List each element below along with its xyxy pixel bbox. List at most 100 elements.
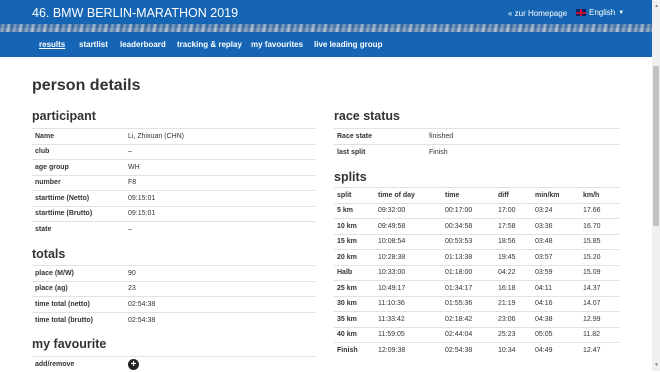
splits-cell: 25 km: [334, 281, 375, 297]
splits-cell: 09:32:00: [375, 203, 442, 219]
nav-tracking-replay[interactable]: tracking & replay: [177, 40, 242, 49]
splits-cell: 25:23: [495, 327, 532, 343]
race-status-row: last splitFinish: [334, 144, 620, 160]
splits-cell: 02:18:42: [442, 312, 495, 328]
splits-cell: 10:34: [495, 343, 532, 359]
favourite-title: my favourite: [32, 337, 106, 351]
header-bar: 46. BMW BERLIN-MARATHON 2019 « zur Homep…: [0, 0, 652, 28]
participant-row: NameLi, Zhixuan (CHN): [32, 129, 316, 145]
splits-cell: 23:06: [495, 312, 532, 328]
participant-label: age group: [32, 160, 125, 176]
splits-cell: 14.07: [580, 296, 620, 312]
favourite-label: add/remove: [32, 357, 125, 372]
totals-row: place (ag)23: [32, 281, 316, 297]
splits-cell: 10:08:54: [375, 234, 442, 250]
splits-row: Halb10:33:0001:18:0004:2203:5915.09: [334, 265, 620, 281]
splits-cell: 14.37: [580, 281, 620, 297]
splits-cell: 04:38: [532, 312, 580, 328]
totals-value: 02:54:38: [125, 297, 316, 313]
participant-title: participant: [32, 109, 96, 123]
splits-row: 20 km10:28:3801:13:3819:4503:5715.20: [334, 250, 620, 266]
splits-cell: 03:48: [532, 234, 580, 250]
race-status-table: Race statefinishedlast splitFinish: [334, 128, 620, 160]
participant-row: club–: [32, 144, 316, 160]
participant-label: state: [32, 222, 125, 238]
splits-column-header: time of day: [375, 188, 442, 204]
splits-cell: 11:10:36: [375, 296, 442, 312]
splits-row: 25 km10:49:1701:34:1716:1804:1114.37: [334, 281, 620, 297]
splits-cell: Halb: [334, 265, 375, 281]
scroll-down-icon[interactable]: ▼: [654, 362, 659, 368]
caret-down-icon: ▼: [618, 10, 624, 16]
race-status-label: Race state: [334, 129, 426, 145]
splits-cell: Finish: [334, 343, 375, 359]
splits-cell: 03:36: [532, 219, 580, 235]
splits-cell: 15.85: [580, 234, 620, 250]
splits-cell: 04:49: [532, 343, 580, 359]
participant-value: 09:15:01: [125, 191, 316, 207]
race-status-label: last split: [334, 144, 426, 160]
splits-cell: 00:53:53: [442, 234, 495, 250]
scrollbar-thumb[interactable]: [653, 66, 659, 226]
splits-cell: 02:54:38: [442, 343, 495, 359]
favourite-table: add/remove +: [32, 356, 316, 372]
race-status-value: finished: [426, 129, 620, 145]
totals-row: time total (netto)02:54:38: [32, 297, 316, 313]
nav-my-favourites[interactable]: my favourites: [251, 40, 303, 49]
splits-cell: 20 km: [334, 250, 375, 266]
splits-row: 30 km11:10:3601:55:3621:1904:1614.07: [334, 296, 620, 312]
nav-results[interactable]: results: [39, 40, 65, 49]
splits-row: 35 km11:33:4202:18:4223:0604:3812.99: [334, 312, 620, 328]
splits-cell: 03:59: [532, 265, 580, 281]
splits-cell: 12.47: [580, 343, 620, 359]
participant-row: numberF8: [32, 175, 316, 191]
plus-circle-icon[interactable]: +: [128, 359, 139, 370]
participant-label: number: [32, 175, 125, 191]
splits-cell: 11:33:42: [375, 312, 442, 328]
totals-row: time total (brutto)02:54:38: [32, 312, 316, 328]
totals-title: totals: [32, 247, 65, 261]
splits-cell: 21:19: [495, 296, 532, 312]
race-status-value: Finish: [426, 144, 620, 160]
page-title: person details: [32, 77, 140, 95]
splits-cell: 04:16: [532, 296, 580, 312]
splits-column-header: split: [334, 188, 375, 204]
participant-row: state–: [32, 222, 316, 238]
nav-leaderboard[interactable]: leaderboard: [120, 40, 166, 49]
race-status-row: Race statefinished: [334, 129, 620, 145]
homepage-link[interactable]: « zur Homepage: [508, 9, 567, 18]
participant-value: WH: [125, 160, 316, 176]
splits-cell: 10:28:38: [375, 250, 442, 266]
nav-startlist[interactable]: startlist: [79, 40, 108, 49]
nav-live-leading-group[interactable]: live leading group: [314, 40, 382, 49]
language-selector[interactable]: English ▼: [576, 8, 624, 17]
race-status-title: race status: [334, 109, 400, 123]
splits-column-header: time: [442, 188, 495, 204]
splits-cell: 01:13:38: [442, 250, 495, 266]
splits-cell: 5 km: [334, 203, 375, 219]
splits-cell: 30 km: [334, 296, 375, 312]
main-nav: results startlist leaderboard tracking &…: [0, 32, 652, 57]
splits-cell: 12.99: [580, 312, 620, 328]
splits-column-header: diff: [495, 188, 532, 204]
splits-cell: 11.82: [580, 327, 620, 343]
app-title[interactable]: 46. BMW BERLIN-MARATHON 2019: [32, 6, 238, 20]
page-scrollbar[interactable]: ▲ ▼: [652, 0, 660, 371]
splits-cell: 18:56: [495, 234, 532, 250]
splits-cell: 11:59:05: [375, 327, 442, 343]
splits-column-header: km/h: [580, 188, 620, 204]
favourite-row: add/remove +: [32, 357, 316, 372]
splits-title: splits: [334, 170, 367, 184]
splits-cell: 17:58: [495, 219, 532, 235]
participant-value: Li, Zhixuan (CHN): [125, 129, 316, 145]
totals-value: 23: [125, 281, 316, 297]
splits-cell: 15.20: [580, 250, 620, 266]
splits-row: 10 km09:49:5800:34:5817:5803:3616.70: [334, 219, 620, 235]
scroll-up-icon[interactable]: ▲: [654, 3, 659, 9]
participant-row: age groupWH: [32, 160, 316, 176]
totals-label: place (ag): [32, 281, 125, 297]
splits-cell: 35 km: [334, 312, 375, 328]
splits-cell: 04:11: [532, 281, 580, 297]
participant-table: NameLi, Zhixuan (CHN)club–age groupWHnum…: [32, 128, 316, 237]
totals-table: place (M/W)90place (ag)23time total (net…: [32, 265, 316, 328]
